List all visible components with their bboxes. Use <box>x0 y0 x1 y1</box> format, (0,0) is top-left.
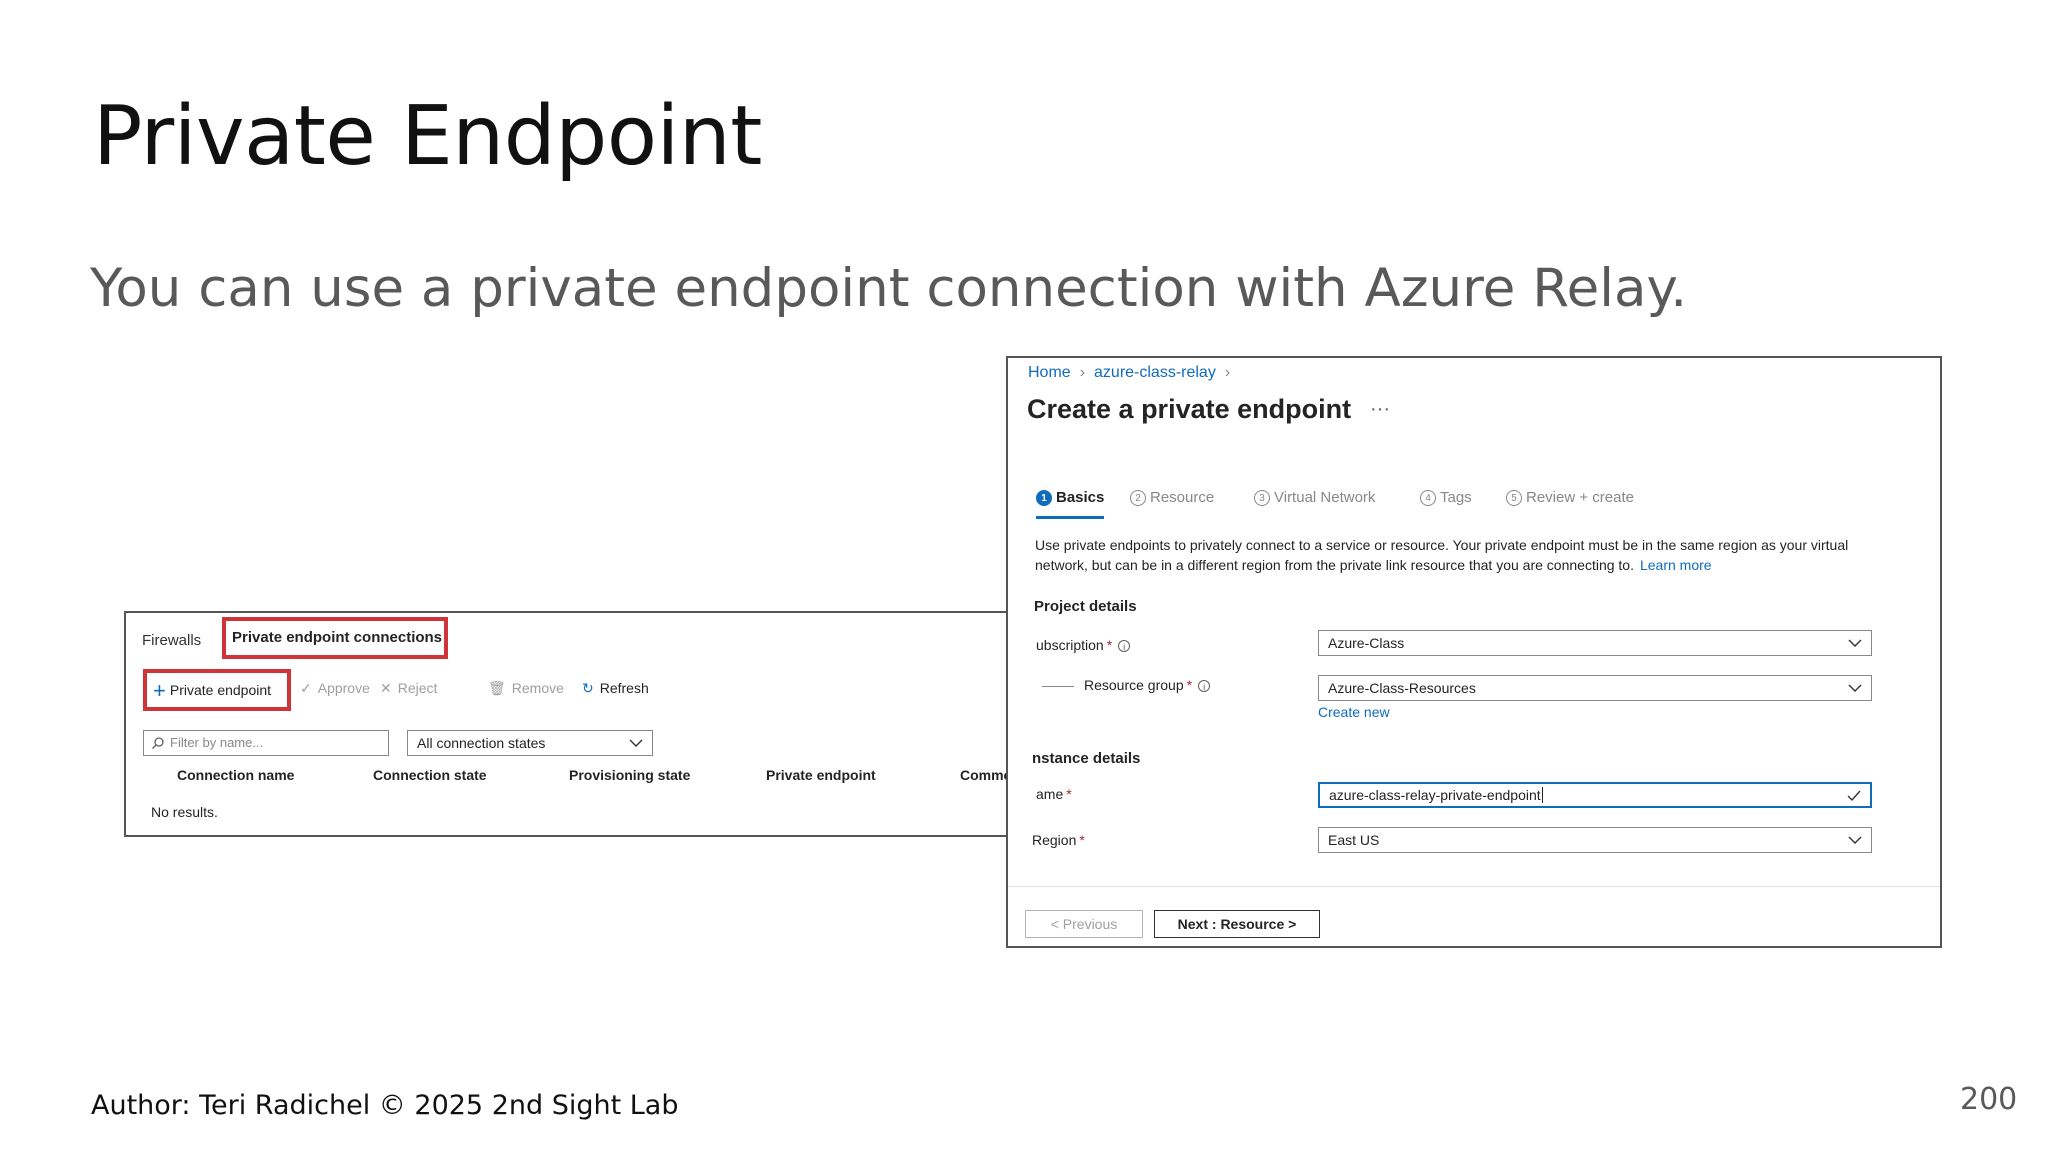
slide-title: Private Endpoint <box>93 89 762 184</box>
checkmark-icon <box>1847 790 1861 802</box>
footer-divider <box>1008 886 1940 887</box>
next-resource-button[interactable]: Next : Resource > <box>1154 910 1320 938</box>
learn-more-link[interactable]: Learn more <box>1640 557 1712 573</box>
tab-basics[interactable]: 1 Basics <box>1036 489 1104 506</box>
required-marker: * <box>1079 832 1085 848</box>
resource-group-label: Resource group * i <box>1084 677 1211 693</box>
description-text: Use private endpoints to privately conne… <box>1035 537 1849 573</box>
tab-tags[interactable]: 4 Tags <box>1420 489 1472 506</box>
chevron-right-icon: › <box>1224 364 1231 381</box>
resource-group-label-text: Resource group <box>1084 677 1184 693</box>
tab-resource[interactable]: 2 Resource <box>1130 489 1214 506</box>
create-new-link[interactable]: Create new <box>1318 704 1390 720</box>
plus-icon: + <box>153 678 166 703</box>
add-private-endpoint-label: Private endpoint <box>169 682 272 698</box>
slide-subtitle: You can use a private endpoint connectio… <box>90 258 1688 319</box>
author-footer: Author: Teri Radichel © 2025 2nd Sight L… <box>91 1090 679 1121</box>
active-tab-indicator <box>1036 516 1104 519</box>
description: Use private endpoints to privately conne… <box>1035 535 1875 575</box>
refresh-button[interactable]: ↻ Refresh <box>582 680 649 697</box>
step-1-badge: 1 <box>1036 490 1052 506</box>
step-tags-label: Tags <box>1440 489 1472 506</box>
empty-state-text: No results. <box>151 804 218 820</box>
reject-button[interactable]: ✕ Reject <box>380 680 437 697</box>
subscription-select[interactable]: Azure-Class <box>1318 630 1872 656</box>
page-title: Create a private endpoint <box>1027 394 1352 424</box>
breadcrumb-home[interactable]: Home <box>1028 364 1071 382</box>
name-label: ame * <box>1036 786 1072 802</box>
required-marker: * <box>1066 786 1072 802</box>
more-options-icon[interactable]: ··· <box>1370 398 1390 421</box>
info-icon[interactable]: i <box>1198 680 1211 692</box>
chevron-right-icon: › <box>1079 364 1086 381</box>
tree-connector <box>1042 686 1074 687</box>
checkmark-icon: ✓ <box>300 680 312 696</box>
breadcrumb-azure-class-relay[interactable]: azure-class-relay <box>1094 364 1216 382</box>
private-endpoint-connections-panel: Firewalls Private endpoint connections +… <box>124 611 1046 837</box>
instance-details-heading: nstance details <box>1032 750 1141 767</box>
resource-group-select[interactable]: Azure-Class-Resources <box>1318 675 1872 701</box>
column-provisioning-state[interactable]: Provisioning state <box>569 767 690 783</box>
info-icon[interactable]: i <box>1118 640 1131 652</box>
name-value: azure-class-relay-private-endpoint <box>1329 787 1541 803</box>
add-private-endpoint-button[interactable]: + Private endpoint <box>143 669 291 711</box>
tab-private-endpoint-connections[interactable]: Private endpoint connections <box>222 617 448 659</box>
column-connection-name[interactable]: Connection name <box>177 767 294 783</box>
resource-group-value: Azure-Class-Resources <box>1328 680 1476 696</box>
column-private-endpoint[interactable]: Private endpoint <box>766 767 876 783</box>
step-virtual-network-label: Virtual Network <box>1274 489 1376 506</box>
connection-state-value: All connection states <box>417 735 546 751</box>
chevron-down-icon <box>1848 684 1862 692</box>
refresh-label: Refresh <box>599 680 649 696</box>
close-icon: ✕ <box>380 680 392 696</box>
tab-review-create[interactable]: 5 Review + create <box>1506 489 1634 506</box>
step-5-badge: 5 <box>1506 490 1522 506</box>
region-label-text: Region <box>1032 832 1077 848</box>
required-marker: * <box>1106 637 1113 653</box>
chevron-down-icon <box>1848 639 1862 647</box>
filter-by-name-input[interactable]: Filter by name... <box>143 730 389 756</box>
filter-placeholder: Filter by name... <box>170 735 264 750</box>
subscription-label-text: ubscription <box>1036 637 1104 653</box>
region-value: East US <box>1328 832 1380 848</box>
remove-button[interactable]: 🗑 Remove <box>488 680 564 697</box>
region-select[interactable]: East US <box>1318 827 1872 853</box>
page-number: 200 <box>1960 1082 2018 1117</box>
refresh-icon: ↻ <box>582 680 594 696</box>
step-review-create-label: Review + create <box>1526 489 1634 506</box>
subscription-label: ubscription * i <box>1036 637 1131 653</box>
reject-label: Reject <box>397 680 438 696</box>
tab-virtual-network[interactable]: 3 Virtual Network <box>1254 489 1375 506</box>
chevron-down-icon <box>1848 836 1862 844</box>
chevron-down-icon <box>629 739 643 747</box>
name-label-text: ame <box>1036 786 1064 802</box>
step-4-badge: 4 <box>1420 490 1436 506</box>
approve-label: Approve <box>317 680 370 696</box>
project-details-heading: Project details <box>1034 598 1137 615</box>
tab-firewalls[interactable]: Firewalls <box>142 632 201 649</box>
region-label: Region * <box>1032 832 1085 848</box>
remove-label: Remove <box>511 680 564 696</box>
name-input[interactable]: azure-class-relay-private-endpoint <box>1318 782 1872 808</box>
column-connection-state[interactable]: Connection state <box>373 767 487 783</box>
text-cursor <box>1541 787 1543 803</box>
create-private-endpoint-panel: Home › azure-class-relay › Create a private… <box>1006 356 1942 948</box>
approve-button[interactable]: ✓ Approve <box>300 680 370 697</box>
required-marker: * <box>1186 677 1193 693</box>
search-icon <box>152 737 164 749</box>
previous-button[interactable]: < Previous <box>1025 910 1143 938</box>
step-2-badge: 2 <box>1130 490 1146 506</box>
subscription-value: Azure-Class <box>1328 635 1405 651</box>
breadcrumb: Home › azure-class-relay › <box>1028 364 1239 382</box>
trash-icon: 🗑 <box>488 680 506 696</box>
step-basics-label: Basics <box>1056 489 1105 506</box>
step-3-badge: 3 <box>1254 490 1270 506</box>
connection-state-select[interactable]: All connection states <box>407 730 653 756</box>
step-resource-label: Resource <box>1150 489 1215 506</box>
